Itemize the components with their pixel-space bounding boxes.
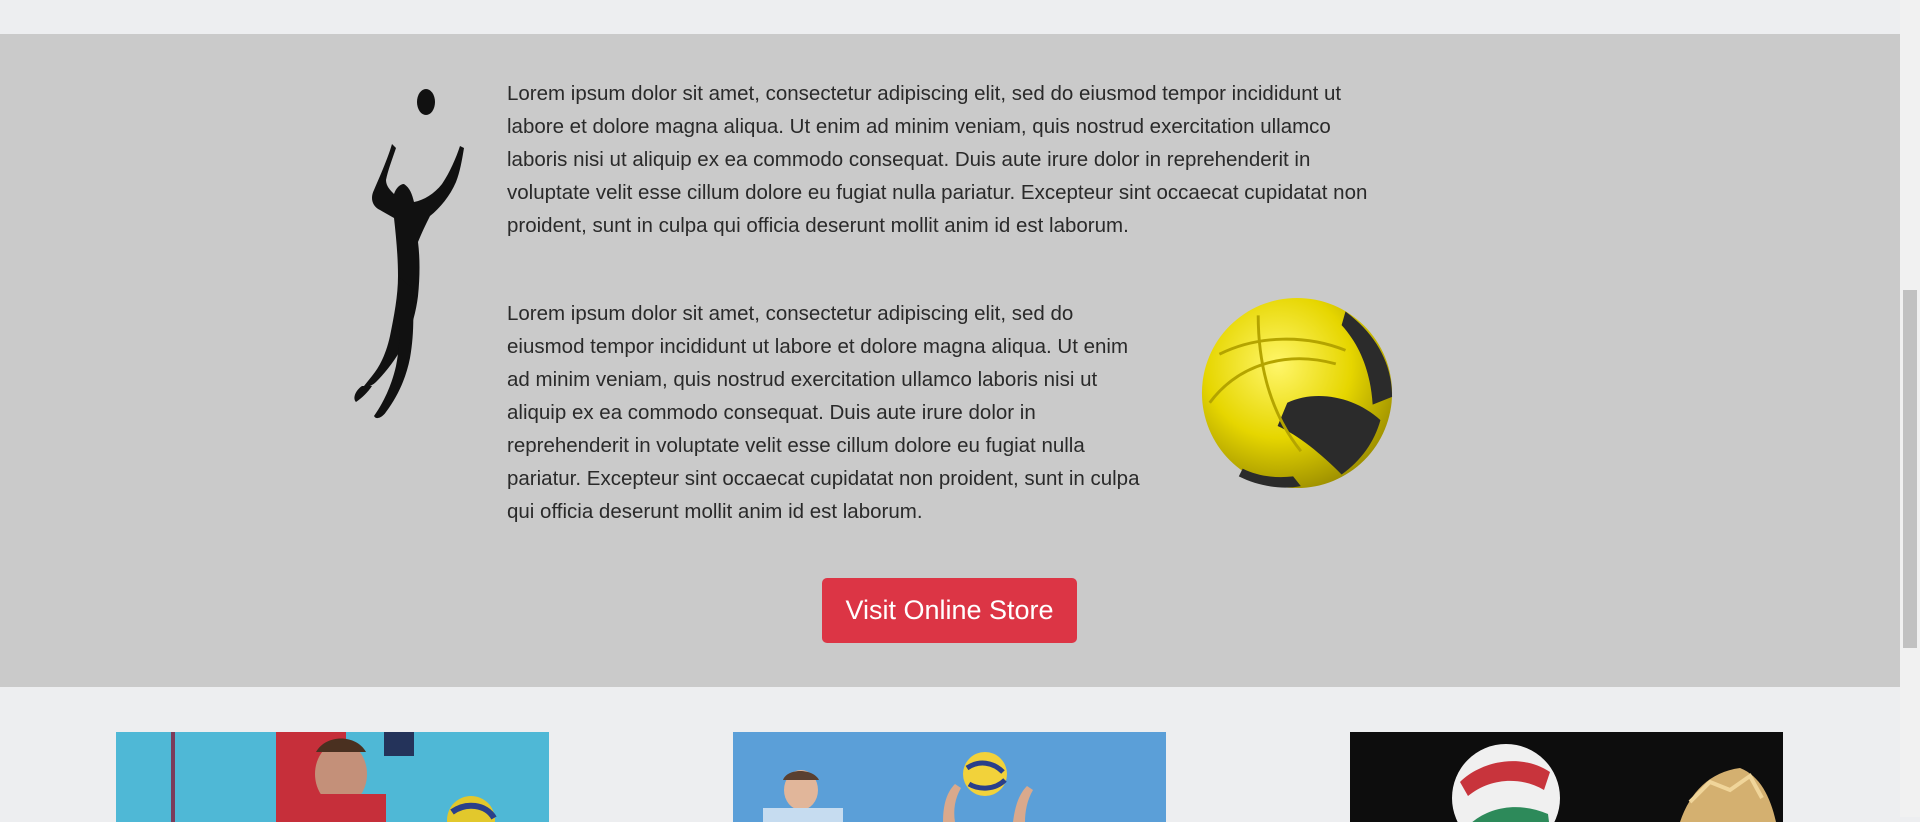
intro-paragraph: Lorem ipsum dolor sit amet, consectetur … [507, 82, 1368, 237]
gallery-card-2 [733, 732, 1166, 822]
visit-online-store-button[interactable]: Visit Online Store [822, 578, 1077, 643]
volleyball-spike-photo [1350, 732, 1783, 822]
page-scrollbar[interactable] [1900, 0, 1920, 817]
feature-section: Lorem ipsum dolor sit amet, consectetur … [0, 34, 1900, 687]
volleyball-icon [1201, 297, 1393, 489]
scrollbar-thumb[interactable] [1903, 290, 1917, 648]
volleyball-player-silhouette-icon [354, 89, 464, 419]
gallery-card-3 [1350, 732, 1783, 822]
volleyball-set-photo [733, 732, 1166, 822]
secondary-paragraph: Lorem ipsum dolor sit amet, consectetur … [507, 302, 1140, 523]
volleyball-dig-photo [116, 732, 549, 822]
gallery-card-1 [116, 732, 549, 822]
